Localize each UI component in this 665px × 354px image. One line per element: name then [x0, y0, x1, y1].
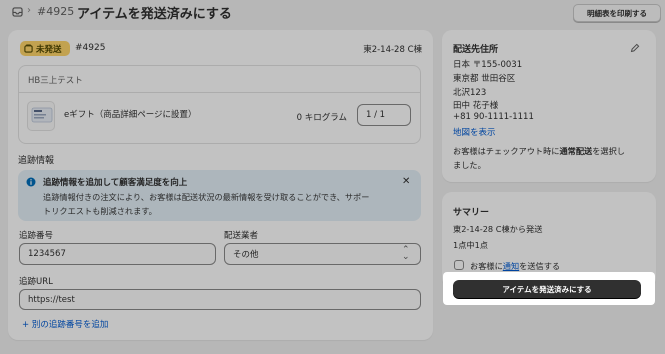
- address-line: 東京都 世田谷区: [453, 74, 516, 84]
- item-count-text: 1点中1点: [453, 240, 488, 250]
- product-weight: 0 キログラム: [296, 113, 347, 123]
- breadcrumb-order-link[interactable]: #4925: [37, 5, 74, 18]
- unfulfilled-icon: [24, 44, 33, 53]
- address-line: 田中 花子様: [453, 101, 499, 111]
- notification-link[interactable]: 通知: [503, 261, 519, 271]
- product-name: eギフト（商品詳細ページに設置）: [64, 110, 197, 120]
- select-chevron-icon: ⌃ ⌄: [402, 245, 410, 262]
- fulfillment-location: 東2-14-28 C棟: [363, 45, 422, 55]
- fulfill-items-button[interactable]: アイテムを発送済みにする: [453, 280, 641, 298]
- info-banner-text: 追跡情報付きの注文により、お客様は配送状況の最新情報を受け取ることができ、サポー: [43, 192, 370, 202]
- info-icon: [26, 177, 36, 187]
- shipping-address-title: 配送先住所: [453, 45, 499, 55]
- quantity-field[interactable]: 1 / 1: [357, 104, 411, 126]
- address-phone: +81 90-1111-1111: [453, 112, 534, 122]
- close-icon[interactable]: ✕: [402, 176, 410, 187]
- pencil-icon[interactable]: [630, 43, 640, 53]
- tracking-url-label: 追跡URL: [19, 277, 53, 287]
- status-badge-label: 未発送: [36, 44, 62, 55]
- add-tracking-number-link[interactable]: + 別の追跡番号を追加: [22, 318, 108, 330]
- shipping-method-note-cont: ました。: [453, 160, 486, 170]
- notify-customer-label[interactable]: お客様に通知を送信する: [470, 260, 560, 272]
- fulfillment-order-number: #4925: [75, 43, 106, 53]
- tracking-section-title: 追跡情報: [18, 156, 55, 166]
- view-map-link[interactable]: 地図を表示: [453, 126, 496, 138]
- breadcrumb-separator: ›: [27, 5, 31, 16]
- print-packing-slip-button[interactable]: 明細表を印刷する: [573, 4, 661, 22]
- carrier-select[interactable]: その他: [224, 243, 421, 265]
- status-badge: 未発送: [20, 41, 70, 56]
- notify-customer-checkbox[interactable]: [454, 260, 464, 270]
- product-thumbnail: [27, 101, 55, 131]
- tracking-url-input[interactable]: https://test: [19, 289, 421, 310]
- plus-icon: +: [22, 320, 30, 330]
- info-banner-title: 追跡情報を追加して顧客満足度を向上: [43, 178, 188, 188]
- address-line: 日本 〒155-0031: [453, 60, 523, 70]
- shipping-method-note: お客様はチェックアウト時に通常配送を選択し: [453, 146, 625, 156]
- item-group-title: HB三上テスト: [28, 76, 83, 86]
- ship-from-text: 東2-14-28 C棟から発送: [453, 224, 543, 234]
- info-banner-text-cont: トリクエストも削減されます。: [43, 206, 157, 216]
- orders-icon[interactable]: [12, 7, 23, 17]
- address-line: 北沢123: [453, 88, 487, 98]
- tracking-number-label: 追跡番号: [19, 231, 54, 241]
- summary-title: サマリー: [453, 208, 490, 218]
- tracking-number-input[interactable]: 1234567: [19, 243, 216, 265]
- carrier-label: 配送業者: [224, 231, 259, 241]
- add-tracking-number-label: 別の追跡番号を追加: [31, 320, 109, 330]
- gift-card-image: [31, 107, 53, 123]
- page-title: アイテムを発送済みにする: [77, 7, 232, 22]
- divider: [19, 92, 420, 93]
